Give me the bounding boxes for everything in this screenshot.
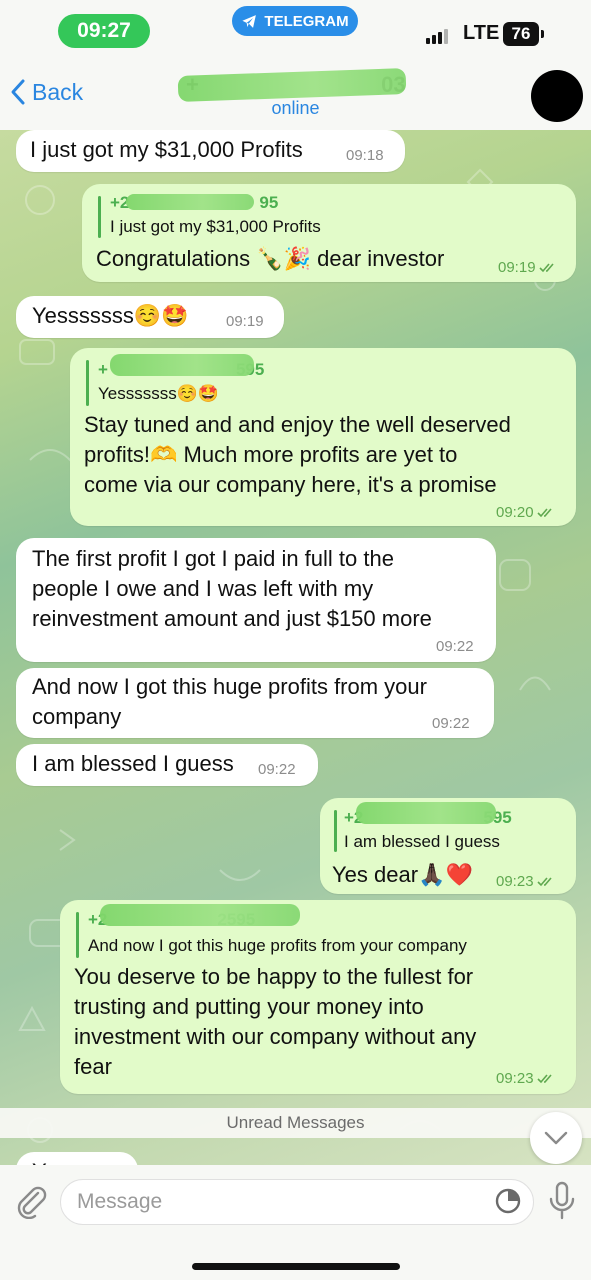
message-line: reinvestment amount and just $150 more (32, 606, 432, 631)
status-bar: 09:27 TELEGRAM LTE 76 (0, 0, 591, 60)
microphone-icon[interactable] (548, 1181, 576, 1221)
message-time: 09:19 (498, 259, 557, 276)
message-text: Congratulations 🍾🎉 dear investor (96, 244, 444, 274)
chat-area[interactable]: I just got my $31,000 Profits 09:18 +2 95… (0, 130, 591, 1165)
message-bubble-incoming[interactable]: The first profit I got I paid in full to… (16, 538, 496, 662)
message-line: people I owe and I was left with my (32, 576, 374, 601)
message-time: 09:22 (258, 761, 296, 778)
message-text-part: Congratulations (96, 246, 251, 271)
status-time: 09:27 (58, 14, 150, 48)
network-label: LTE (463, 22, 500, 44)
message-line: profits!🫶 Much more profits are yet to (84, 442, 458, 467)
message-line: Stay tuned and and enjoy the well deserv… (84, 412, 511, 437)
pray-heart-emoji: 🙏🏿❤️ (418, 862, 473, 887)
message-text: Yesssssss☺️🤩 (32, 301, 189, 331)
reply-text: I am blessed I guess (344, 832, 500, 851)
message-text: Yes dear🙏🏿❤️ (332, 860, 473, 890)
message-text: I just got my $31,000 Profits (30, 137, 303, 162)
battery-icon: 76 (503, 22, 544, 46)
message-line: The first profit I got I paid in full to… (32, 546, 394, 571)
message-text-part: Yesssssss (32, 303, 134, 328)
message-bubble-outgoing[interactable]: +2 95 I just got my $31,000 Profits Congr… (82, 184, 576, 282)
message-time: 09:19 (226, 313, 264, 330)
scroll-down-button[interactable] (530, 1112, 582, 1164)
contact-status: online (271, 98, 320, 118)
redaction-mark (100, 904, 300, 926)
message-bubble-incoming[interactable]: I just got my $31,000 Profits 09:18 (16, 130, 405, 172)
message-bubble-incoming[interactable]: And now I got this huge profits from you… (16, 668, 494, 738)
reply-text: I just got my $31,000 Profits (110, 217, 321, 236)
message-text: Yes (32, 1157, 68, 1165)
message-line: You deserve to be happy to the fullest f… (74, 964, 474, 989)
message-input[interactable]: Message (60, 1179, 534, 1225)
message-text: I am blessed I guess (32, 751, 234, 776)
message-time: 09:22 (432, 715, 470, 732)
double-check-icon (538, 263, 554, 273)
double-check-icon (536, 877, 552, 887)
battery-level: 76 (511, 24, 531, 43)
reply-text: And now I got this huge profits from you… (88, 936, 467, 955)
smile-starstruck-emoji: ☺️🤩 (133, 303, 189, 328)
message-placeholder: Message (77, 1190, 163, 1213)
chat-header: Back + 03 online (0, 60, 591, 130)
double-check-icon (536, 1074, 552, 1084)
reply-bar (86, 360, 89, 406)
telegram-pill-label: TELEGRAM (264, 12, 349, 30)
message-text-part: dear investor (317, 246, 445, 271)
home-indicator[interactable] (192, 1263, 400, 1270)
telegram-icon (242, 14, 257, 28)
attachment-icon[interactable] (14, 1183, 48, 1219)
message-line: come via our company here, it's a promis… (84, 472, 497, 497)
message-bubble-outgoing[interactable]: +22595 And now I got this huge profits f… (60, 900, 576, 1094)
signal-icon (426, 28, 448, 44)
smile-starstruck-emoji: ☺️🤩 (176, 384, 220, 403)
reply-bar (98, 196, 101, 238)
redaction-mark (110, 354, 254, 376)
message-time: 09:23 (496, 1070, 555, 1087)
message-input-bar: Message (0, 1165, 591, 1280)
sticker-icon[interactable] (494, 1187, 522, 1215)
reply-bar (76, 912, 79, 958)
message-bubble-outgoing[interactable]: +595 Yesssssss☺️🤩 Stay tuned and and enj… (70, 348, 576, 526)
double-check-icon (536, 508, 552, 518)
message-line: company (32, 704, 122, 729)
redaction-mark (356, 802, 496, 824)
message-bubble-incoming[interactable]: Yes (16, 1152, 138, 1165)
message-line: trusting and putting your money into (74, 994, 424, 1019)
message-time: 09:20 (496, 504, 555, 521)
redaction-mark (126, 194, 254, 210)
message-line: investment with our company without any (74, 1024, 477, 1049)
chevron-down-icon (544, 1131, 568, 1145)
message-line: And now I got this huge profits from you… (32, 674, 427, 699)
message-time: 09:23 (496, 873, 555, 890)
message-line: fear (74, 1054, 112, 1079)
reply-text: Yesssssss☺️🤩 (98, 384, 220, 403)
message-time: 09:22 (436, 638, 474, 655)
message-bubble-outgoing[interactable]: +2 595 I am blessed I guess Yes dear🙏🏿❤️ … (320, 798, 576, 894)
avatar[interactable] (531, 70, 583, 122)
message-text-part: Yes dear (332, 862, 419, 887)
telegram-pill[interactable]: TELEGRAM (232, 6, 358, 36)
message-bubble-incoming[interactable]: Yesssssss☺️🤩 09:19 (16, 296, 284, 338)
unread-messages-divider: Unread Messages (0, 1108, 591, 1138)
message-bubble-incoming[interactable]: I am blessed I guess 09:22 (16, 744, 318, 786)
message-time: 09:18 (346, 147, 384, 164)
bottle-party-emoji: 🍾🎉 (256, 246, 312, 271)
reply-bar (334, 810, 337, 852)
